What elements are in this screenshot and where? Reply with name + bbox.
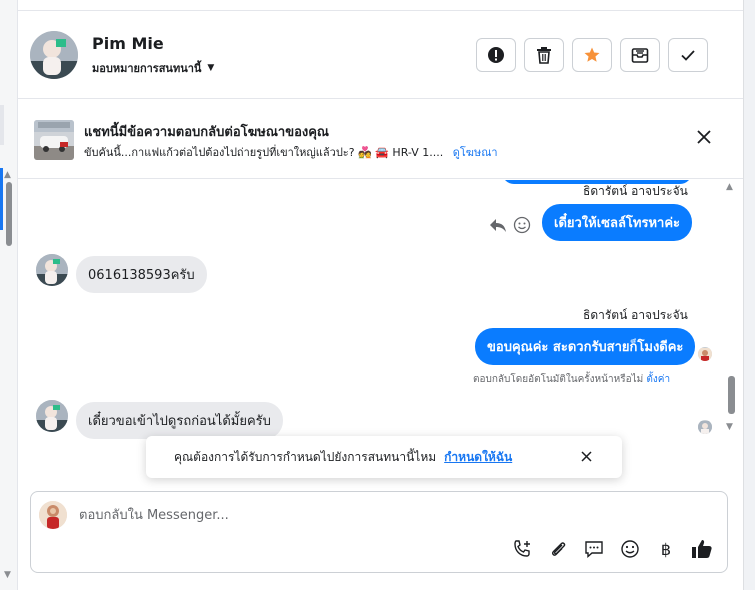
left-sidebar-strip: ▲ ▼ bbox=[0, 0, 18, 590]
left-scrollbar-thumb[interactable] bbox=[6, 182, 12, 246]
payment-button[interactable]: ฿ bbox=[655, 538, 677, 560]
read-receipt-avatar bbox=[698, 420, 712, 434]
contact-message-avatar[interactable] bbox=[36, 400, 68, 432]
ad-caption: ขับคันนี้...กาแฟแก้วต่อไปต้องไปถ่ายรูปที… bbox=[84, 146, 444, 159]
assign-prompt-toast: คุณต้องการได้รับการกำหนดไปยังการสนทนานี้… bbox=[146, 436, 622, 478]
conversation-panel: Pim Mie มอบหมายการสนทนานี้ ▼ แชทนี้มีข้อ… bbox=[18, 0, 743, 590]
message-thread: ธิดารัตน์ อาจประจัน เดี๋ยวให้เซลล์โทรหาค… bbox=[18, 180, 743, 480]
react-emoji-icon[interactable] bbox=[513, 216, 531, 234]
reply-icon[interactable] bbox=[489, 217, 507, 233]
thread-scrollbar[interactable]: ▲ ▼ bbox=[724, 182, 738, 440]
seen-by-avatar bbox=[698, 347, 712, 361]
scroll-up-arrow-icon[interactable]: ▲ bbox=[726, 182, 733, 192]
message-hover-tools bbox=[489, 216, 531, 234]
auto-reply-settings-link[interactable]: ตั้งค่า bbox=[646, 374, 670, 385]
incoming-message[interactable]: 0616138593ครับ bbox=[76, 256, 207, 293]
like-button[interactable] bbox=[691, 538, 713, 560]
outgoing-message[interactable]: ขอบคุณค่ะ สะดวกรับสายก็โมงดีคะ bbox=[475, 328, 696, 365]
attach-icon bbox=[552, 542, 566, 556]
auto-reply-note: ตอบกลับโดยอัตโนมัติในครั้งหน้าหรือไม่ ตั… bbox=[473, 372, 670, 387]
contact-message-avatar[interactable] bbox=[36, 254, 68, 286]
assign-to-me-link[interactable]: กำหนดให้ฉัน bbox=[444, 448, 512, 467]
call-button[interactable] bbox=[511, 538, 533, 560]
baht-icon: ฿ bbox=[660, 539, 672, 559]
page-avatar bbox=[39, 501, 67, 529]
sender-name: ธิดารัตน์ อาจประจัน bbox=[583, 308, 688, 322]
attach-button[interactable] bbox=[547, 538, 569, 560]
contact-avatar[interactable] bbox=[30, 31, 78, 79]
active-indicator bbox=[0, 168, 3, 230]
close-icon bbox=[581, 451, 592, 462]
dismiss-toast-button[interactable] bbox=[581, 448, 608, 466]
star-button[interactable] bbox=[572, 38, 612, 72]
saved-replies-button[interactable] bbox=[583, 538, 605, 560]
assign-conversation-dropdown[interactable]: มอบหมายการสนทนานี้ ▼ bbox=[92, 59, 214, 77]
star-icon bbox=[584, 47, 600, 62]
close-icon bbox=[697, 130, 711, 144]
mark-unread-button[interactable] bbox=[620, 38, 660, 72]
ad-thumbnail[interactable] bbox=[34, 120, 74, 160]
header-actions bbox=[476, 38, 708, 72]
mark-done-button[interactable] bbox=[668, 38, 708, 72]
emoji-button[interactable] bbox=[619, 538, 641, 560]
caret-down-icon: ▼ bbox=[207, 63, 215, 73]
message-input[interactable] bbox=[79, 504, 599, 526]
check-icon bbox=[681, 50, 695, 61]
outgoing-message[interactable]: เดี๋ยวให้เซลล์โทรหาค่ะ bbox=[542, 204, 693, 241]
conversation-header: Pim Mie มอบหมายการสนทนานี้ ▼ bbox=[18, 11, 743, 99]
call-add-icon bbox=[514, 540, 530, 557]
scroll-up-arrow-icon[interactable]: ▲ bbox=[4, 170, 11, 180]
report-button[interactable] bbox=[476, 38, 516, 72]
delete-button[interactable] bbox=[524, 38, 564, 72]
report-icon bbox=[488, 47, 504, 63]
trash-icon bbox=[537, 47, 551, 64]
scroll-down-arrow-icon[interactable]: ▼ bbox=[726, 422, 733, 432]
assign-prompt-text: คุณต้องการได้รับการกำหนดไปยังการสนทนานี้… bbox=[174, 449, 437, 464]
sidebar-tab-marker bbox=[0, 105, 4, 145]
left-scrollbar[interactable]: ▲ ▼ bbox=[4, 168, 14, 582]
composer-toolbar: ฿ bbox=[511, 538, 713, 560]
incoming-message[interactable]: เดี๋ยวขอเข้าไปดูรถก่อนได้มั้ยครับ bbox=[76, 402, 283, 439]
window-right-edge bbox=[743, 0, 755, 590]
view-ad-link[interactable]: ดูโฆษณา bbox=[453, 146, 498, 159]
saved-replies-icon bbox=[585, 541, 603, 559]
sender-name: ธิดารัตน์ อาจประจัน bbox=[583, 184, 688, 198]
reply-composer: ฿ bbox=[30, 491, 728, 573]
like-icon bbox=[692, 540, 712, 558]
auto-reply-text: ตอบกลับโดยอัตโนมัติในครั้งหน้าหรือไม่ bbox=[473, 374, 644, 385]
close-banner-button[interactable] bbox=[694, 129, 714, 149]
emoji-icon bbox=[621, 540, 639, 558]
ad-reply-banner: แชทนี้มีข้อความตอบกลับต่อโฆษณาของคุณ ขับ… bbox=[18, 99, 743, 179]
assign-label: มอบหมายการสนทนานี้ bbox=[92, 62, 202, 75]
ad-banner-subtitle: ขับคันนี้...กาแฟแก้วต่อไปต้องไปถ่ายรูปที… bbox=[84, 143, 498, 161]
scroll-down-arrow-icon[interactable]: ▼ bbox=[4, 570, 11, 580]
contact-name: Pim Mie bbox=[92, 34, 164, 53]
mark-unread-icon bbox=[631, 48, 649, 63]
ad-banner-title: แชทนี้มีข้อความตอบกลับต่อโฆษณาของคุณ bbox=[84, 125, 329, 140]
thread-scrollbar-thumb[interactable] bbox=[728, 376, 735, 414]
